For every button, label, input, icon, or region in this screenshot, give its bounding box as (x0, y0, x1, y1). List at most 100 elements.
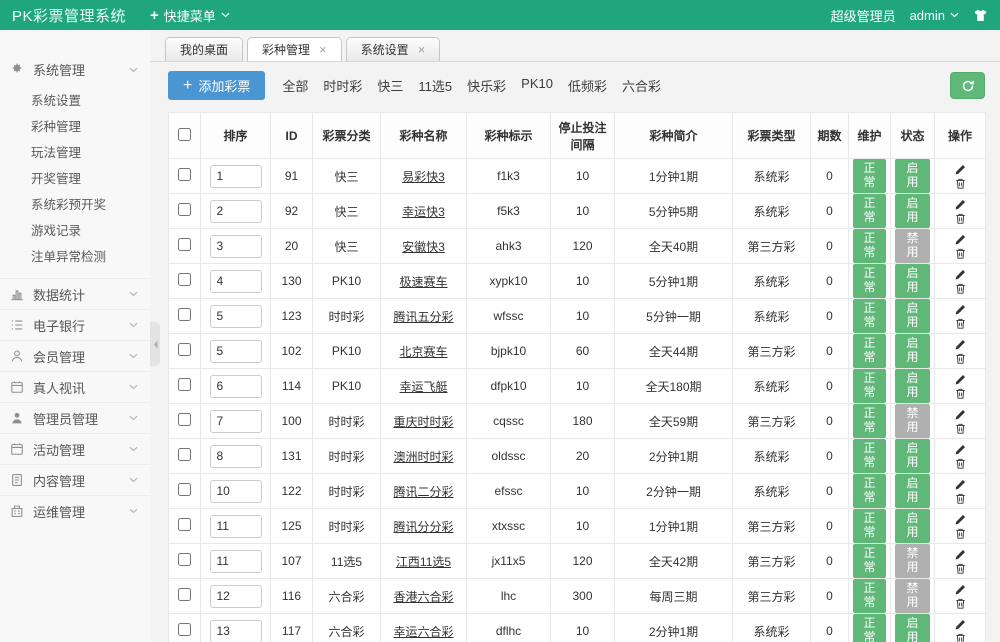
delete-icon[interactable] (954, 247, 967, 260)
row-checkbox[interactable] (178, 273, 191, 286)
select-all-checkbox[interactable] (178, 128, 191, 141)
status-badge[interactable]: 启用 (895, 614, 930, 642)
maintain-badge[interactable]: 正常 (853, 299, 886, 333)
edit-icon[interactable] (954, 583, 967, 596)
edit-icon[interactable] (954, 408, 967, 421)
row-checkbox[interactable] (178, 518, 191, 531)
sidebar-group-system[interactable]: 系统管理 (0, 54, 150, 85)
maintain-badge[interactable]: 正常 (853, 264, 886, 298)
maintain-badge[interactable]: 正常 (853, 439, 886, 473)
edit-icon[interactable] (954, 268, 967, 281)
filter-link[interactable]: 低频彩 (568, 76, 607, 95)
lottery-name-link[interactable]: 安徽快3 (402, 240, 445, 254)
filter-link[interactable]: 11选5 (418, 76, 452, 95)
edit-icon[interactable] (954, 338, 967, 351)
maintain-badge[interactable]: 正常 (853, 544, 886, 578)
delete-icon[interactable] (954, 422, 967, 435)
filter-link[interactable]: 快三 (377, 76, 403, 95)
maintain-badge[interactable]: 正常 (853, 404, 886, 438)
filter-link[interactable]: 时时彩 (323, 76, 362, 95)
maintain-badge[interactable]: 正常 (853, 474, 886, 508)
delete-icon[interactable] (954, 177, 967, 190)
edit-icon[interactable] (954, 513, 967, 526)
status-badge[interactable]: 启用 (895, 509, 930, 543)
delete-icon[interactable] (954, 632, 967, 642)
sidebar-group-members[interactable]: 会员管理 (0, 340, 150, 371)
maintain-badge[interactable]: 正常 (853, 579, 886, 613)
lottery-name-link[interactable]: 重庆时时彩 (393, 415, 453, 429)
sort-input[interactable] (210, 200, 262, 223)
filter-link[interactable]: 全部 (282, 76, 308, 95)
lottery-name-link[interactable]: 腾讯五分彩 (393, 310, 453, 324)
row-checkbox[interactable] (178, 378, 191, 391)
sort-input[interactable] (210, 305, 262, 328)
delete-icon[interactable] (954, 212, 967, 225)
lottery-name-link[interactable]: 幸运快3 (402, 205, 445, 219)
status-badge[interactable]: 启用 (895, 474, 930, 508)
filter-link[interactable]: 快乐彩 (467, 76, 506, 95)
lottery-name-link[interactable]: 腾讯分分彩 (393, 520, 453, 534)
row-checkbox[interactable] (178, 238, 191, 251)
delete-icon[interactable] (954, 562, 967, 575)
edit-icon[interactable] (954, 303, 967, 316)
tab-system-settings[interactable]: 系统设置× (346, 37, 441, 61)
add-lottery-button[interactable]: + 添加彩票 (168, 71, 265, 100)
sidebar-item[interactable]: 彩种管理 (0, 114, 150, 140)
status-badge[interactable]: 禁用 (895, 579, 930, 613)
tab-lottery-manage[interactable]: 彩种管理× (247, 37, 342, 61)
status-badge[interactable]: 启用 (895, 369, 930, 403)
row-checkbox[interactable] (178, 483, 191, 496)
edit-icon[interactable] (954, 618, 967, 631)
lottery-name-link[interactable]: 极速赛车 (399, 275, 447, 289)
sort-input[interactable] (210, 480, 262, 503)
theme-tshirt-icon[interactable] (973, 8, 988, 23)
sort-input[interactable] (210, 375, 262, 398)
sort-input[interactable] (210, 410, 262, 433)
sidebar-group-stats[interactable]: 数据统计 (0, 278, 150, 309)
sidebar-group-admins[interactable]: 管理员管理 (0, 402, 150, 433)
lottery-name-link[interactable]: 香港六合彩 (393, 590, 453, 604)
tab-my-desktop[interactable]: 我的桌面 (165, 37, 243, 61)
delete-icon[interactable] (954, 527, 967, 540)
status-badge[interactable]: 禁用 (895, 404, 930, 438)
sidebar-collapse-handle[interactable] (150, 322, 160, 366)
sidebar-item[interactable]: 系统彩预开奖 (0, 192, 150, 218)
sort-input[interactable] (210, 270, 262, 293)
lottery-name-link[interactable]: 澳洲时时彩 (393, 450, 453, 464)
sort-input[interactable] (210, 445, 262, 468)
sort-input[interactable] (210, 165, 262, 188)
edit-icon[interactable] (954, 198, 967, 211)
maintain-badge[interactable]: 正常 (853, 509, 886, 543)
status-badge[interactable]: 启用 (895, 264, 930, 298)
maintain-badge[interactable]: 正常 (853, 159, 886, 193)
status-badge[interactable]: 启用 (895, 334, 930, 368)
row-checkbox[interactable] (178, 448, 191, 461)
delete-icon[interactable] (954, 317, 967, 330)
status-badge[interactable]: 禁用 (895, 544, 930, 578)
status-badge[interactable]: 启用 (895, 159, 930, 193)
lottery-name-link[interactable]: 腾讯二分彩 (393, 485, 453, 499)
sort-input[interactable] (210, 620, 262, 642)
delete-icon[interactable] (954, 597, 967, 610)
sort-input[interactable] (210, 515, 262, 538)
lottery-name-link[interactable]: 幸运六合彩 (393, 625, 453, 639)
sort-input[interactable] (210, 585, 262, 608)
sidebar-group-live[interactable]: 真人视讯 (0, 371, 150, 402)
sort-input[interactable] (210, 340, 262, 363)
filter-link[interactable]: 六合彩 (622, 76, 661, 95)
edit-icon[interactable] (954, 548, 967, 561)
row-checkbox[interactable] (178, 553, 191, 566)
sort-input[interactable] (210, 550, 262, 573)
row-checkbox[interactable] (178, 168, 191, 181)
maintain-badge[interactable]: 正常 (853, 229, 886, 263)
quick-menu-button[interactable]: + 快捷菜单 (150, 6, 230, 25)
row-checkbox[interactable] (178, 588, 191, 601)
close-tab-icon[interactable]: × (319, 43, 327, 56)
maintain-badge[interactable]: 正常 (853, 194, 886, 228)
maintain-badge[interactable]: 正常 (853, 334, 886, 368)
lottery-name-link[interactable]: 北京赛车 (399, 345, 447, 359)
row-checkbox[interactable] (178, 203, 191, 216)
sidebar-group-activity[interactable]: 活动管理 (0, 433, 150, 464)
edit-icon[interactable] (954, 163, 967, 176)
lottery-name-link[interactable]: 江西11选5 (396, 555, 451, 569)
